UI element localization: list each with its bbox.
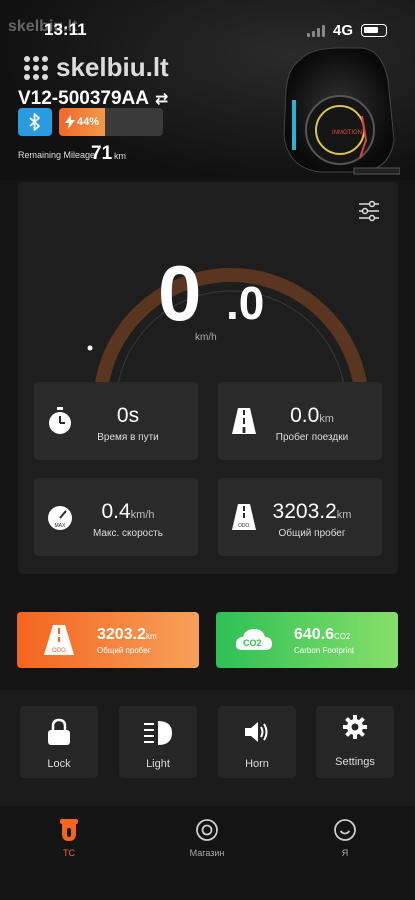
card-unit: km: [145, 632, 157, 641]
speed-decimal: .0: [226, 277, 265, 329]
watermark-text: skelbiu.lt: [56, 52, 169, 82]
tab-shop[interactable]: Магазин: [162, 818, 252, 868]
stat-value: 0.0: [290, 404, 320, 427]
controls-bar: Lock Light Horn Settings: [0, 690, 415, 806]
odometer-road-icon: ODO: [44, 625, 74, 655]
co2-cloud-icon: CO2: [235, 629, 272, 650]
light-button[interactable]: Light: [119, 706, 197, 778]
mileage-label: Remaining Mileage: [18, 150, 96, 160]
device-name: V12-500379AA: [18, 88, 149, 109]
svg-text:INMOTION: INMOTION: [332, 130, 362, 136]
stat-label: Общий пробег: [278, 528, 346, 539]
stat-total-mileage: ODO 3203.2km Общий пробег: [218, 478, 382, 556]
bluetooth-icon: [29, 113, 40, 131]
tab-me[interactable]: Я: [300, 818, 390, 868]
gear-icon: [343, 715, 367, 739]
control-label: Lock: [47, 758, 71, 770]
signal-icon: [306, 24, 325, 37]
battery-badge: 44%: [59, 108, 163, 136]
horn-button[interactable]: Horn: [218, 706, 296, 778]
phone-battery-icon: [361, 24, 387, 37]
stat-label: Макс. скорость: [92, 528, 163, 539]
carbon-footprint-card[interactable]: CO2 640.6CO2 Carbon Footprint: [216, 612, 398, 668]
mileage-unit: km: [114, 151, 126, 161]
unicycle-image: INMOTION: [283, 47, 400, 175]
tab-label: Магазин: [189, 848, 225, 858]
stat-max-speed: MAX 0.4km/h Макс. скорость: [34, 478, 198, 556]
lock-icon: [48, 718, 70, 745]
network-type: 4G: [332, 22, 353, 39]
horn-icon: [245, 722, 268, 742]
stat-unit: km: [319, 413, 334, 425]
shop-icon: [196, 819, 218, 841]
device-switcher[interactable]: V12-500379AA ⇄: [18, 88, 168, 110]
headlight-icon: [144, 721, 172, 745]
lightning-icon: [65, 115, 75, 129]
profile-smile-icon: [334, 819, 356, 841]
control-label: Settings: [335, 756, 375, 768]
svg-text:CO2: CO2: [243, 638, 262, 648]
control-label: Horn: [245, 758, 269, 770]
card-label: Общий пробег: [97, 646, 151, 655]
unicycle-icon: [60, 819, 78, 841]
adjust-sliders-icon[interactable]: [358, 200, 380, 222]
total-mileage-card[interactable]: ODO 3203.2km Общий пробег: [17, 612, 199, 668]
speed-unit: km/h: [195, 332, 217, 343]
tab-tc[interactable]: TC: [24, 818, 114, 868]
card-unit: CO2: [334, 632, 351, 641]
bluetooth-badge[interactable]: [18, 108, 52, 136]
swap-icon[interactable]: ⇄: [155, 89, 168, 109]
watermark-dots-icon: [24, 55, 48, 80]
stat-ride-time: 0s Время в пути: [34, 382, 198, 460]
stat-trip-distance: 0.0km Пробег поездки: [218, 382, 382, 460]
gauge-needle-dot: [87, 345, 93, 351]
card-value: 3203.2: [97, 626, 146, 643]
card-value: 640.6: [294, 626, 335, 643]
bottom-tab-bar: TC Магазин Я: [0, 806, 415, 900]
stat-value: 3203.2: [272, 500, 337, 523]
status-time: 13:11: [44, 20, 87, 39]
stat-unit: km/h: [130, 509, 155, 521]
tab-label: Я: [341, 848, 349, 858]
card-label: Carbon Footprint: [294, 646, 355, 655]
lock-button[interactable]: Lock: [20, 706, 98, 778]
battery-percent: 44%: [77, 116, 100, 128]
speed-integer: 0: [158, 249, 202, 337]
stat-label: Пробег поездки: [275, 432, 349, 443]
stat-unit: km: [336, 509, 352, 521]
stat-label: Время в пути: [97, 432, 159, 443]
tab-label: TC: [63, 848, 75, 858]
svg-text:ODO: ODO: [52, 648, 66, 654]
watermark-logo: skelbiu.lt: [24, 52, 169, 83]
settings-button[interactable]: Settings: [316, 706, 394, 778]
control-label: Light: [146, 758, 170, 770]
stat-value: 0.4: [101, 500, 131, 523]
status-indicators: 4G: [306, 22, 387, 39]
mileage-value: 71: [91, 143, 113, 164]
stat-value: 0s: [116, 404, 140, 427]
status-bar: skelbiu.lt 13:11 4G: [0, 0, 415, 44]
